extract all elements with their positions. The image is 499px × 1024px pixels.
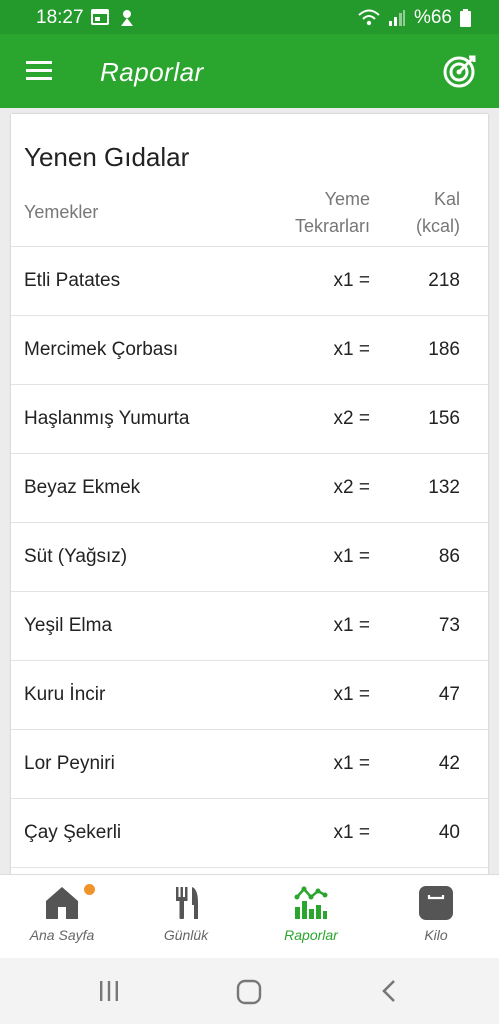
table-row[interactable]: Lor Peyniri x1 = 42: [11, 729, 488, 799]
table-row[interactable]: Mercimek Çorbası x1 = 186: [11, 315, 488, 385]
nav-home[interactable]: Ana Sayfa: [0, 875, 124, 959]
food-repetition: x1 =: [333, 753, 370, 774]
food-calories: 132: [428, 477, 460, 498]
food-calories: 47: [438, 684, 460, 705]
food-calories: 86: [438, 546, 460, 567]
status-bar: 18:27 %66: [0, 0, 499, 34]
calendar-icon: [91, 9, 109, 25]
food-repetition: x1 =: [333, 615, 370, 636]
food-name: Lor Peyniri: [24, 753, 115, 774]
header-repetitions-line2: Tekrarları: [294, 216, 370, 236]
back-icon[interactable]: [380, 979, 398, 1003]
table-row[interactable]: Haşlanmış Yumurta x2 = 156: [11, 384, 488, 454]
food-calories: 186: [428, 339, 460, 360]
food-name: Mercimek Çorbası: [24, 339, 179, 360]
header-repetitions: Yeme Tekrarları: [295, 186, 370, 240]
food-name: Etli Patates: [24, 270, 121, 291]
system-navigation-bar: [0, 958, 499, 1024]
food-repetition: x1 =: [333, 822, 370, 843]
status-notification-icons: [91, 9, 135, 27]
nav-weight[interactable]: Kilo: [374, 875, 498, 959]
food-name: Çay Şekerli: [24, 822, 122, 843]
recent-apps-icon[interactable]: [98, 980, 120, 1002]
table-row[interactable]: Çay Şekerli x1 = 40: [11, 798, 488, 868]
signal-icon: [388, 10, 405, 26]
scale-icon: [419, 886, 453, 920]
nav-diary-label: Günlük: [163, 927, 209, 943]
battery-icon: [460, 9, 471, 27]
header-calories-line2: (kcal): [416, 216, 460, 236]
food-name: Haşlanmış Yumurta: [24, 408, 190, 429]
food-name: Süt (Yağsız): [24, 546, 128, 567]
food-name: Kuru İncir: [24, 684, 106, 705]
nav-reports-label: Raporlar: [284, 927, 338, 943]
battery-percent: %66: [413, 7, 452, 28]
home-icon: [46, 887, 78, 919]
food-name: Yeşil Elma: [24, 615, 113, 636]
header-calories-line1: Kal: [433, 189, 460, 209]
fork-knife-icon: [176, 887, 198, 919]
food-repetition: x1 =: [333, 684, 370, 705]
table-row[interactable]: Beyaz Ekmek x2 = 132: [11, 453, 488, 523]
food-repetition: x1 =: [333, 270, 370, 291]
header-calories: Kal (kcal): [416, 186, 460, 240]
table-row[interactable]: Yeşil Elma x1 = 73: [11, 591, 488, 661]
app-notification-icon: [121, 10, 133, 26]
home-button-icon[interactable]: [236, 979, 262, 1005]
food-calories: 156: [428, 408, 460, 429]
header-repetitions-line1: Yeme: [324, 189, 370, 209]
table-row[interactable]: Süt (Yağsız) x1 = 86: [11, 522, 488, 592]
food-calories: 42: [438, 753, 460, 774]
wifi-icon: [358, 9, 380, 26]
status-right: %66: [358, 7, 471, 29]
nav-weight-label: Kilo: [424, 927, 448, 943]
table-row[interactable]: Kuru İncir x1 = 47: [11, 660, 488, 730]
food-repetition: x1 =: [333, 546, 370, 567]
chart-icon: [294, 886, 328, 919]
status-time: 18:27: [36, 7, 84, 28]
food-calories: 218: [428, 270, 460, 291]
menu-icon[interactable]: [26, 61, 52, 81]
food-repetition: x1 =: [333, 339, 370, 360]
table-row[interactable]: Etli Patates x1 = 218: [11, 246, 488, 316]
header-food: Yemekler: [24, 202, 99, 222]
nav-home-label: Ana Sayfa: [29, 927, 95, 943]
notification-badge: [84, 884, 95, 895]
bottom-navigation: Ana Sayfa Günlük Raporlar Kilo: [0, 874, 499, 959]
food-calories: 40: [438, 822, 460, 843]
food-repetition: x2 =: [333, 477, 370, 498]
goal-target-icon[interactable]: [443, 54, 477, 88]
nav-diary[interactable]: Günlük: [124, 875, 248, 959]
card-title: Yenen Gıdalar: [24, 142, 190, 172]
page-title: Raporlar: [100, 57, 204, 87]
food-name: Beyaz Ekmek: [24, 477, 141, 498]
table-header: Yemekler Yeme Tekrarları Kal (kcal): [11, 182, 488, 246]
food-repetition: x2 =: [333, 408, 370, 429]
food-calories: 73: [438, 615, 460, 636]
nav-reports[interactable]: Raporlar: [249, 875, 373, 959]
app-bar: Raporlar: [0, 34, 499, 108]
eaten-foods-card: Yenen Gıdalar Yemekler Yeme Tekrarları K…: [11, 114, 488, 894]
